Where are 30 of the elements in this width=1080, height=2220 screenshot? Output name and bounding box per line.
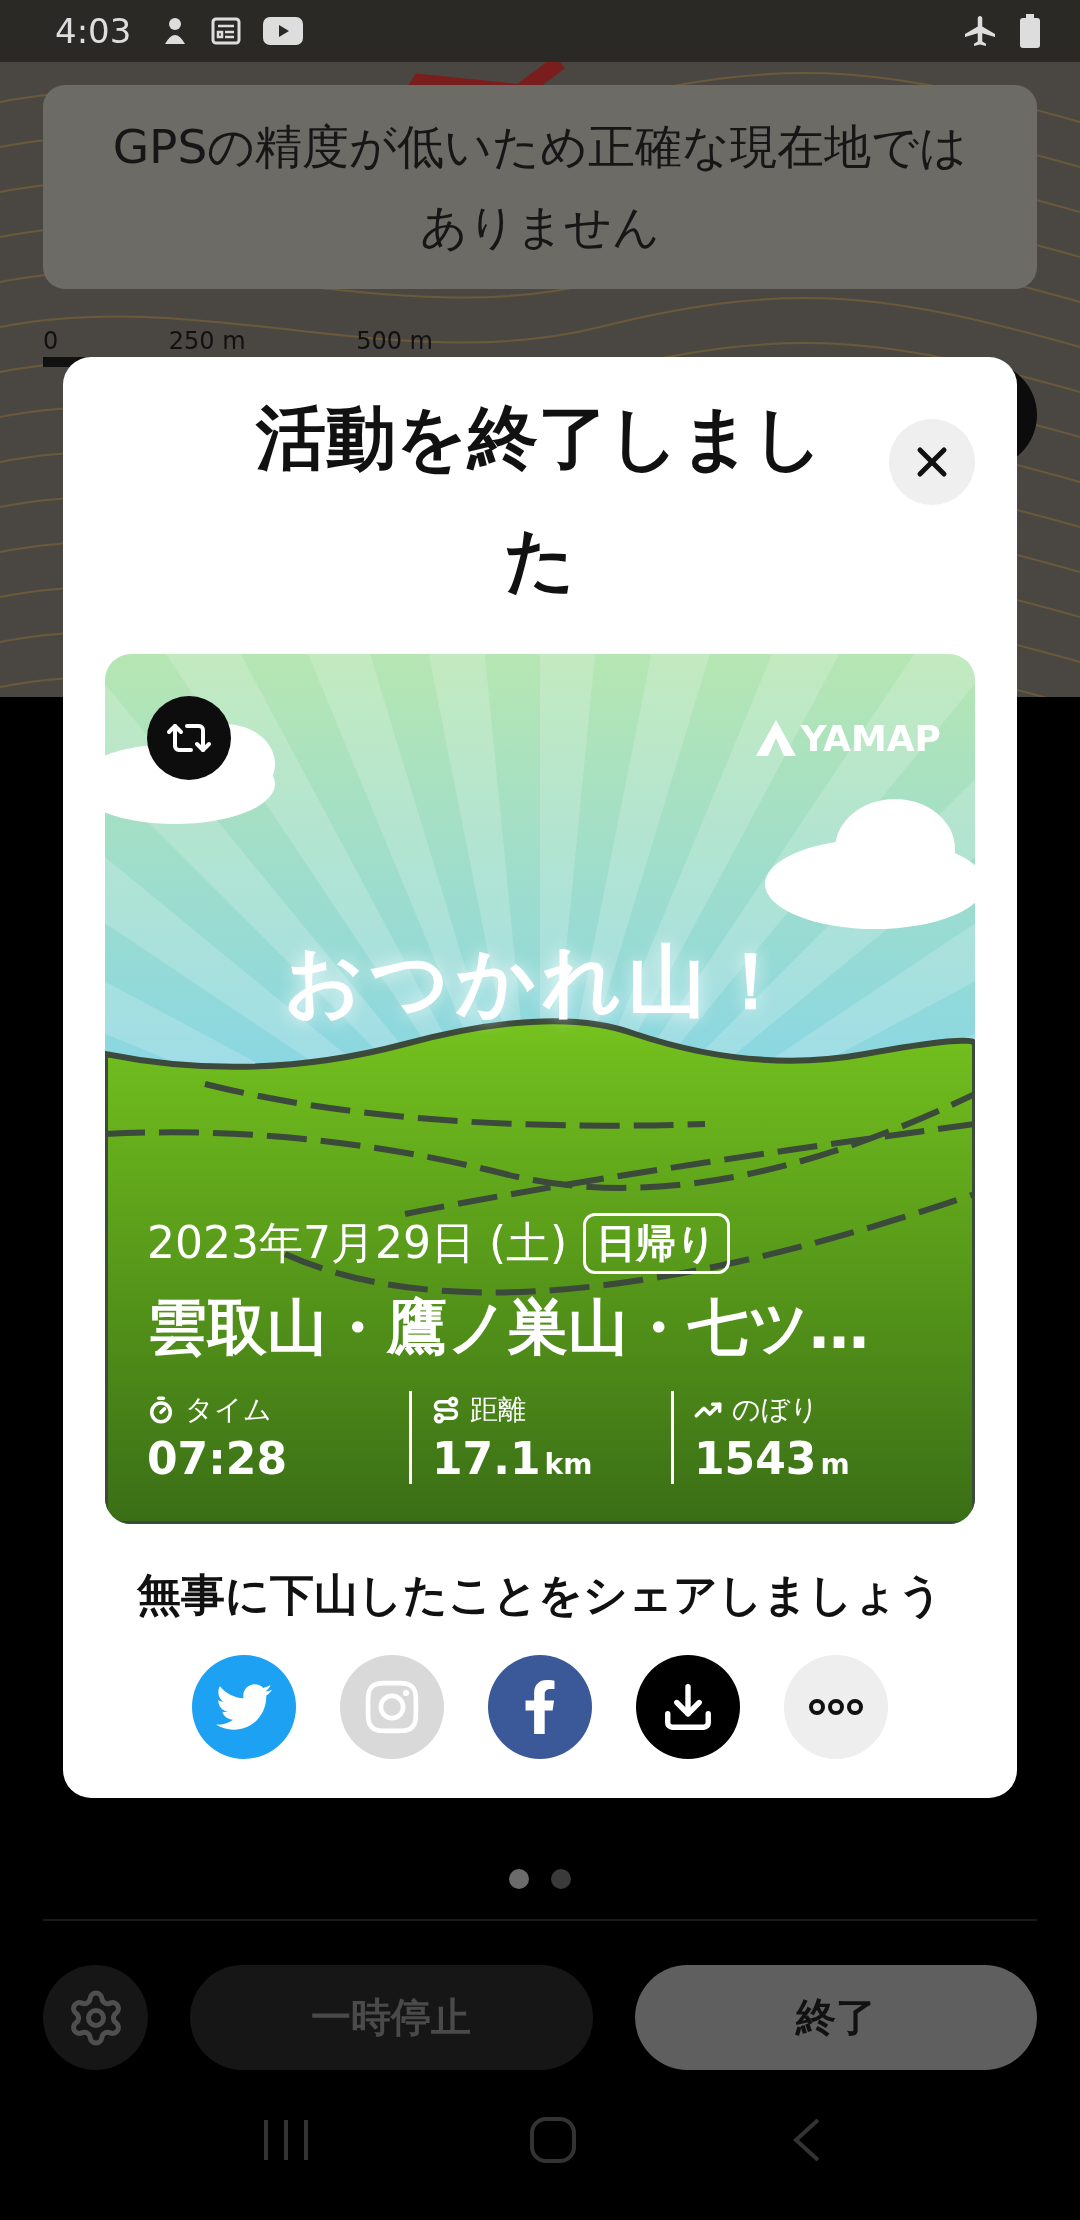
mountain-names: 雲取山・鷹ノ巣山・七ツ… bbox=[147, 1291, 870, 1364]
play-icon bbox=[263, 17, 304, 45]
stat-label: 距離 bbox=[470, 1392, 526, 1428]
end-button[interactable]: 終了 bbox=[634, 1965, 1037, 2070]
scale-label: 250 m bbox=[168, 326, 246, 355]
scale-label: 0 bbox=[43, 326, 59, 355]
brand-name: YAMAP bbox=[800, 717, 941, 759]
newspaper-icon bbox=[211, 17, 242, 45]
page-dot[interactable] bbox=[509, 1869, 529, 1889]
home-icon[interactable] bbox=[529, 2116, 577, 2164]
tent-icon bbox=[756, 720, 797, 756]
dialog-title: 活動を終了しました bbox=[254, 396, 825, 603]
share-prompt: 無事に下山したことをシェアしましょう bbox=[137, 1568, 943, 1622]
scale-label: 500 m bbox=[356, 326, 433, 355]
status-time: 4:03 bbox=[55, 11, 132, 51]
more-icon bbox=[808, 1697, 864, 1717]
stat-value: 1543 m bbox=[694, 1433, 851, 1484]
stat-value: 07:28 bbox=[147, 1433, 289, 1484]
airplane-icon bbox=[962, 13, 998, 49]
page-dot[interactable] bbox=[551, 1869, 571, 1889]
gps-warning-toast: GPSの精度が低いため正確な現在地ではありません bbox=[43, 85, 1037, 289]
card-headline: おつかれ山！ bbox=[283, 935, 797, 1028]
stat-label: のぼり bbox=[732, 1392, 819, 1428]
activity-date: 2023年7月29日 (土) bbox=[147, 1216, 568, 1270]
stat-value: 17.1 km bbox=[432, 1433, 594, 1484]
battery-icon bbox=[1020, 14, 1040, 48]
stat-label: タイム bbox=[185, 1392, 272, 1428]
trip-tag: 日帰り bbox=[583, 1213, 731, 1274]
route-icon bbox=[432, 1396, 460, 1424]
stopwatch-icon bbox=[147, 1396, 175, 1424]
